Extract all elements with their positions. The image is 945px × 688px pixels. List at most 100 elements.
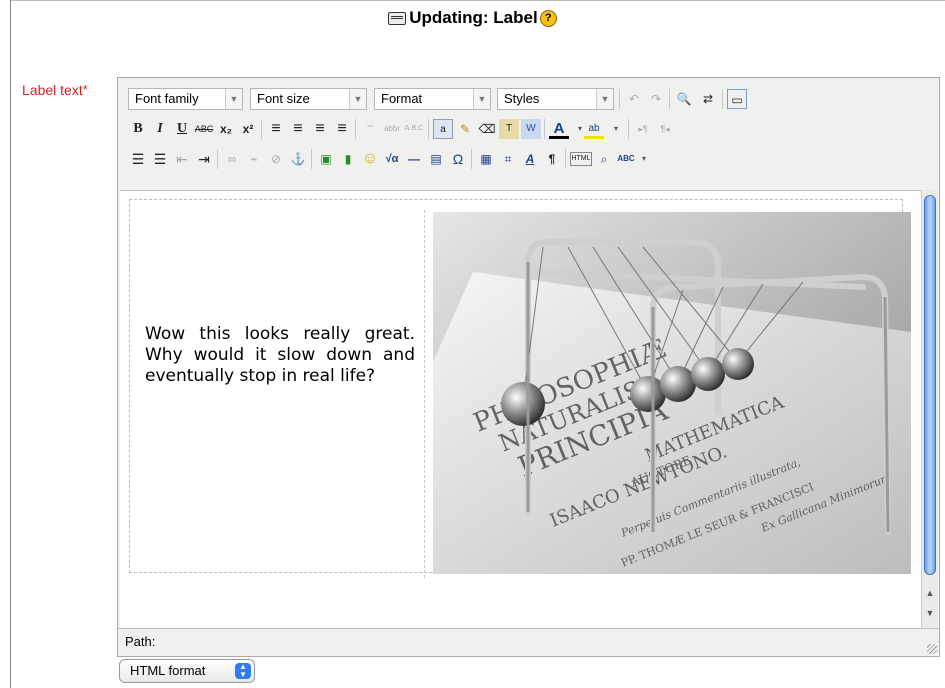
equation-icon[interactable]: √α — [382, 149, 402, 169]
toolbar-separator — [261, 119, 262, 139]
page-title: Updating: Label? — [0, 8, 945, 28]
find-icon[interactable]: 🔍 — [674, 89, 694, 109]
align-right-icon[interactable]: ≡ — [310, 119, 330, 139]
paste-word-icon[interactable]: W — [521, 119, 541, 139]
link-icon[interactable]: ∞ — [222, 149, 242, 169]
show-blocks-icon[interactable]: ¶ — [542, 149, 562, 169]
scroll-down-icon[interactable]: ▼ — [922, 608, 938, 618]
numbered-list-icon[interactable]: ☰ — [150, 149, 170, 169]
styles-label: Styles — [504, 91, 540, 106]
text-color-icon[interactable]: A — [549, 119, 569, 139]
label-text-caption: Label text — [22, 82, 83, 98]
horizontal-rule-icon[interactable]: — — [404, 149, 424, 169]
styles-select[interactable]: Styles ▼ — [497, 88, 614, 110]
toolbar-separator — [565, 149, 566, 169]
scrollbar-thumb[interactable] — [924, 195, 936, 575]
search-replace-icon[interactable]: ⌕ — [594, 149, 614, 169]
toolbar-separator — [471, 149, 472, 169]
resize-grip-icon[interactable] — [927, 644, 937, 654]
text-format-value: HTML format — [130, 663, 206, 678]
cite-icon[interactable]: “” — [360, 119, 380, 139]
nolink-icon[interactable]: ⊘ — [266, 149, 286, 169]
unlink-icon[interactable]: ⌁ — [244, 149, 264, 169]
insert-image-icon[interactable]: ▣ — [316, 149, 336, 169]
special-character-icon[interactable]: Ω — [448, 149, 468, 169]
paste-text-icon[interactable]: a — [433, 119, 453, 139]
help-icon[interactable]: ? — [539, 10, 557, 28]
spellcheck-word-icon[interactable]: A — [520, 149, 540, 169]
font-family-label: Font family — [135, 91, 199, 106]
newtons-cradle-image: PHILOSOPHIÆ NATURALIS PRINCIPIA MATHEMAT… — [433, 212, 911, 574]
text-format-select[interactable]: HTML format ▲ ▼ — [119, 659, 255, 683]
table-cells-icon[interactable]: ⌗ — [498, 149, 518, 169]
format-block-label: Format — [381, 91, 423, 106]
align-center-icon[interactable]: ≡ — [288, 119, 308, 139]
redo-icon[interactable]: ↷ — [646, 89, 666, 109]
anchor-icon[interactable]: ⚓ — [288, 149, 308, 169]
fullscreen-icon[interactable]: ▭ — [727, 89, 747, 109]
superscript-icon[interactable]: x² — [238, 119, 258, 139]
font-size-select[interactable]: Font size ▼ — [250, 88, 367, 110]
toolbar-separator — [544, 119, 545, 139]
bold-icon[interactable]: B — [128, 119, 148, 139]
editor-statusbar: Path: — [118, 628, 939, 656]
edit-table-icon[interactable]: ▦ — [476, 149, 496, 169]
cleanup-icon[interactable]: ✎ — [455, 119, 475, 139]
eraser-icon[interactable]: ⌫ — [477, 119, 497, 139]
italic-icon[interactable]: I — [150, 119, 170, 139]
select-stepper-icon: ▲ ▼ — [235, 663, 251, 679]
chevron-down-icon[interactable]: ▾ — [606, 119, 626, 139]
subscript-icon[interactable]: x₂ — [216, 119, 236, 139]
font-size-label: Font size — [257, 91, 310, 106]
editor-scrollbar[interactable]: ▲ ▼ — [921, 190, 938, 627]
chevron-down-icon: ▼ — [596, 89, 613, 109]
page-title-text: Updating: Label — [409, 8, 538, 27]
acronym-icon[interactable]: A.B.C — [404, 119, 424, 139]
chevron-down-icon: ▼ — [225, 89, 242, 109]
underline-icon[interactable]: U — [172, 119, 192, 139]
spellcheck-icon[interactable]: ABC — [616, 149, 636, 169]
chevron-down-icon: ▼ — [473, 89, 490, 109]
toolbar-separator — [669, 89, 670, 109]
align-left-icon[interactable]: ≡ — [266, 119, 286, 139]
page-frame-left — [10, 0, 11, 688]
insert-media-icon[interactable]: ▮ — [338, 149, 358, 169]
toolbar-separator — [428, 119, 429, 139]
moodle-media-icon[interactable]: ▤ — [426, 149, 446, 169]
toolbar-separator — [355, 119, 356, 139]
toolbar-separator — [311, 149, 312, 169]
undo-icon[interactable]: ↶ — [624, 89, 644, 109]
outdent-icon[interactable]: ⇤ — [172, 149, 192, 169]
path-label: Path: — [125, 634, 156, 649]
emoticon-icon[interactable]: ☺ — [360, 149, 380, 169]
toolbar-separator — [217, 149, 218, 169]
rtl-icon[interactable]: ¶◂ — [655, 119, 675, 139]
strikethrough-icon[interactable]: ABC — [194, 119, 214, 139]
find-replace-icon[interactable]: ⇄ — [698, 89, 718, 109]
content-table: Wow this looks really great. Why would i… — [129, 199, 911, 578]
editor-toolbar: Font family ▼ Font size ▼ Format ▼ Styles ▼ … — [118, 78, 939, 190]
toolbar-separator — [722, 89, 723, 109]
chevron-down-icon[interactable]: ▾ — [634, 149, 654, 169]
format-block-select[interactable]: Format ▼ — [374, 88, 491, 110]
scroll-up-icon[interactable]: ▲ — [922, 588, 938, 598]
align-justify-icon[interactable]: ≡ — [332, 119, 352, 139]
highlight-color-icon[interactable]: ab — [584, 119, 604, 139]
editor-content-area[interactable]: Wow this looks really great. Why would i… — [120, 190, 921, 628]
toolbar-separator — [619, 89, 620, 109]
content-text: Wow this looks really great. Why would i… — [145, 324, 415, 386]
indent-icon[interactable]: ⇥ — [194, 149, 214, 169]
rich-text-editor: Font family ▼ Font size ▼ Format ▼ Styles ▼ … — [117, 77, 940, 657]
label-module-icon — [388, 12, 407, 26]
required-marker: * — [82, 82, 88, 97]
toolbar-separator — [628, 119, 629, 139]
paste-plain-icon[interactable]: T — [499, 119, 519, 139]
label-text-field-label: Label text* — [22, 82, 88, 98]
abbr-icon[interactable]: abbr — [382, 119, 402, 139]
html-source-icon[interactable]: HTML — [570, 152, 592, 166]
table-cell-divider — [424, 210, 426, 578]
page-frame-top — [10, 0, 945, 1]
ltr-icon[interactable]: ▸¶ — [633, 119, 653, 139]
bullet-list-icon[interactable]: ☰ — [128, 149, 148, 169]
font-family-select[interactable]: Font family ▼ — [128, 88, 243, 110]
